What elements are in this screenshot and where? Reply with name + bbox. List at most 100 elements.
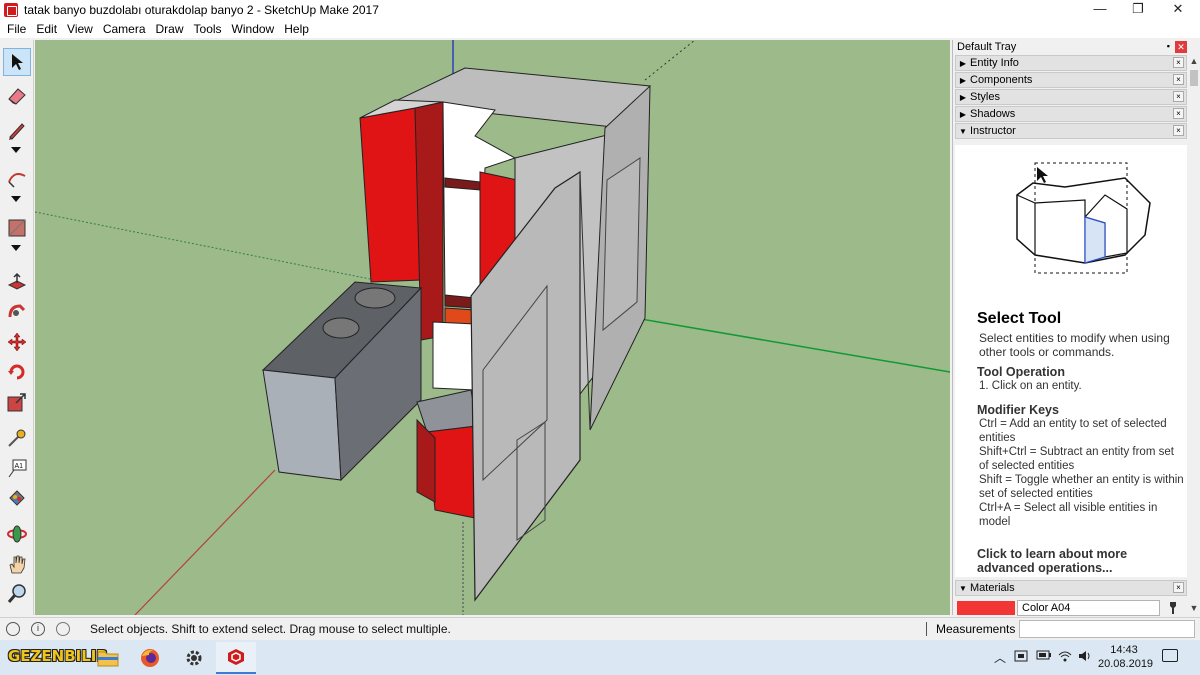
panel-close-icon[interactable]: × [1173,74,1184,85]
red-axis-dotted [35,211,376,281]
sink-counter-front [262,369,342,481]
volume-icon[interactable] [1078,649,1092,667]
sketchup-app-icon [4,3,18,17]
pan-tool-button[interactable] [3,550,31,578]
line-tool-dropdown[interactable] [11,147,21,153]
menu-draw[interactable]: Draw [151,20,189,38]
clock-time: 14:43 [1110,644,1138,656]
sink-basin-1 [354,287,396,309]
pan-hand-icon [9,555,26,574]
menu-camera[interactable]: Camera [98,20,151,38]
modifier-ctrl: Ctrl = Add an entity to set of selected … [979,418,1167,444]
chevron-up-icon[interactable]: ︿ [994,649,1006,667]
material-sample-icon[interactable] [1167,601,1179,615]
settings-button[interactable] [174,642,214,674]
panel-entity-info[interactable]: ▶ Entity Info × [955,55,1187,71]
follow-me-tool-button[interactable] [3,298,31,326]
line-tool-button[interactable] [3,116,31,144]
rotate-tool-button[interactable] [3,358,31,386]
material-color-swatch[interactable] [957,601,1015,615]
menu-help[interactable]: Help [279,20,314,38]
sketchup-taskbar-button[interactable] [216,642,256,674]
tray-title: Default Tray [957,41,1017,53]
scale-tool-button[interactable] [3,388,31,416]
collapse-triangle-icon: ▼ [959,126,967,136]
menu-window[interactable]: Window [227,20,280,38]
paint-bucket-tool-button[interactable] [3,484,31,512]
title-bar: tatak banyo buzdolabı oturakdolap banyo … [0,0,1200,20]
panel-close-icon[interactable]: × [1173,108,1184,119]
network-device-icon[interactable] [1014,649,1028,667]
text-tool-button[interactable]: A1 [3,454,31,482]
menu-bar: File Edit View Camera Draw Tools Window … [0,20,1200,38]
panel-close-icon[interactable]: × [1173,57,1184,68]
grey-side-inset [602,157,641,332]
tray-scrollbar[interactable]: ▲ ▼ [1187,54,1200,615]
sketchup-icon [228,649,244,665]
panel-components[interactable]: ▶ Components × [955,72,1187,88]
material-name-field[interactable]: Color A04 [1017,600,1160,616]
scroll-thumb[interactable] [1190,70,1198,86]
panel-instructor[interactable]: ▼ Instructor × [955,123,1187,139]
arc-tool-dropdown[interactable] [11,196,21,202]
push-pull-icon [7,272,27,290]
left-toolbar: A1 [0,40,34,615]
menu-tools[interactable]: Tools [189,20,227,38]
model-viewport[interactable] [35,40,950,615]
minimize-button[interactable]: — [1080,0,1120,20]
panel-close-icon[interactable]: × [1173,125,1184,136]
tray-header: Default Tray ▪ ✕ [955,40,1187,54]
operation-step: 1. Click on an entity. [979,380,1082,392]
modifier-ctrl-a: Ctrl+A = Select all visible entities in … [979,502,1158,528]
measurements-input[interactable] [1019,620,1195,638]
scroll-up-icon[interactable]: ▲ [1187,54,1200,68]
tape-measure-tool-button[interactable] [3,424,31,452]
close-button[interactable]: ✕ [1158,0,1198,20]
battery-icon[interactable] [1036,649,1052,667]
user-account-icon[interactable] [56,622,70,636]
green-axis-dotted [644,40,696,81]
wifi-icon[interactable] [1058,649,1072,667]
rectangle-tool-button[interactable] [3,214,31,242]
learn-more-link[interactable]: Click to learn about more advanced opera… [977,547,1177,575]
panel-close-icon[interactable]: × [1173,582,1184,593]
geo-location-icon[interactable] [6,622,20,636]
arc-tool-button[interactable] [3,165,31,193]
firefox-icon [141,649,159,667]
scroll-down-icon[interactable]: ▼ [1187,601,1200,615]
select-tool-button[interactable] [3,48,31,76]
folder-icon [97,651,119,667]
select-tool-illustration [1016,162,1151,274]
move-tool-button[interactable] [3,328,31,356]
measurements-label: Measurements [936,622,1016,636]
status-bar: i Select objects. Shift to extend select… [0,617,1200,640]
notification-center-icon[interactable] [1162,649,1178,662]
move-arrows-icon [7,332,27,352]
zoom-tool-button[interactable] [3,580,31,608]
file-explorer-button[interactable] [88,642,128,674]
gear-icon [186,650,202,666]
push-pull-tool-button[interactable] [3,268,31,296]
panel-materials[interactable]: ▼ Materials × [955,580,1187,596]
rotate-icon [8,364,25,380]
firefox-button[interactable] [130,642,170,674]
panel-close-icon[interactable]: × [1173,91,1184,102]
orbit-tool-button[interactable] [3,520,31,548]
svg-text:A1: A1 [15,463,24,470]
menu-edit[interactable]: Edit [31,20,62,38]
maximize-button[interactable]: ❐ [1118,0,1158,20]
menu-file[interactable]: File [2,20,31,38]
panel-shadows[interactable]: ▶ Shadows × [955,106,1187,122]
tray-close-button[interactable]: ✕ [1175,41,1187,53]
menu-view[interactable]: View [62,20,98,38]
info-icon[interactable]: i [31,622,45,636]
orbit-icon [7,525,27,543]
panel-label: Shadows [970,108,1016,120]
pin-icon[interactable]: ▪ [1167,41,1170,51]
follow-me-icon [8,304,26,318]
panel-styles[interactable]: ▶ Styles × [955,89,1187,105]
eraser-tool-button[interactable] [3,82,31,110]
windows-taskbar: GEZENBILIR ︿ 14:43 20.08.2019 [0,640,1200,675]
taskbar-clock[interactable]: 14:43 20.08.2019 [1098,643,1153,671]
rectangle-tool-dropdown[interactable] [11,245,21,251]
